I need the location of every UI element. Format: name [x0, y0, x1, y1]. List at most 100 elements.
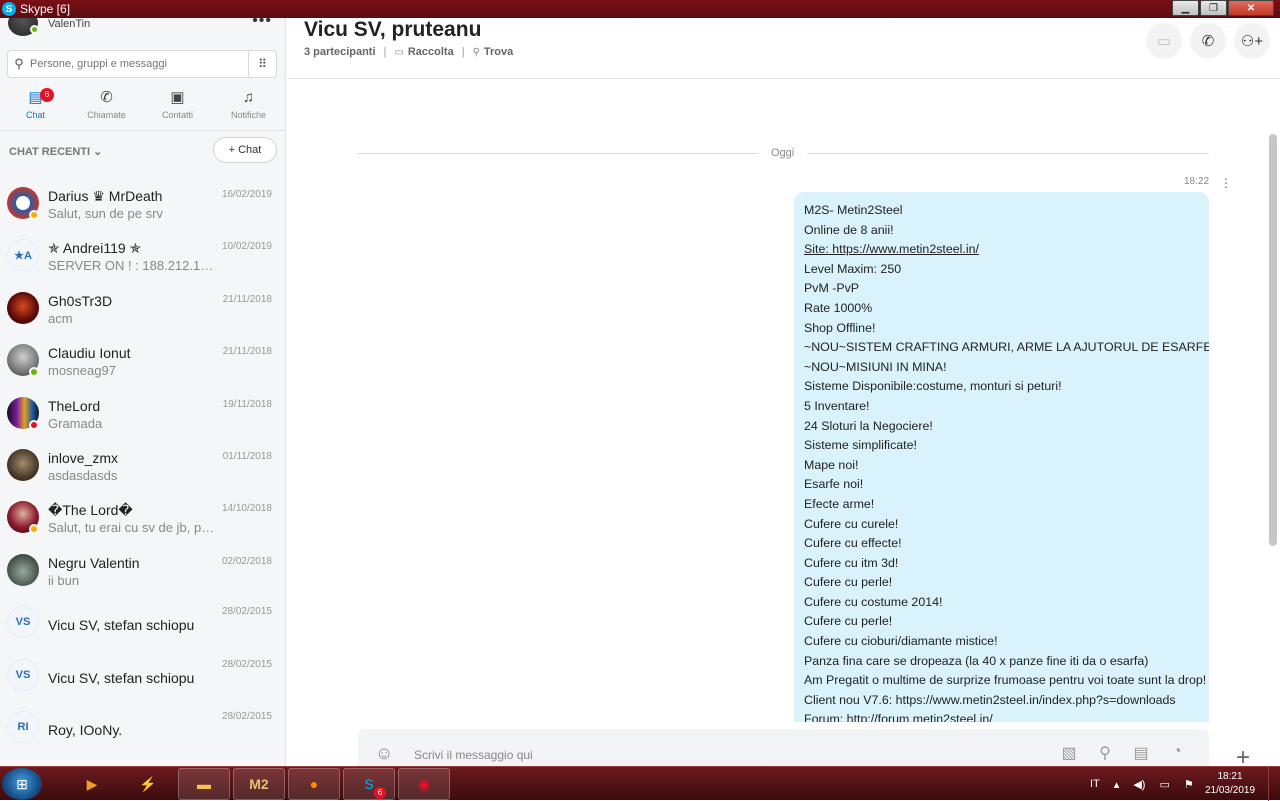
network-icon[interactable]: ▭ [1159, 778, 1169, 791]
image-icon[interactable]: ▧ [1051, 743, 1087, 763]
chat-date: 02/02/2018 [221, 555, 272, 567]
new-chat-button[interactable]: + Chat [213, 137, 277, 163]
chat-name: Vicu SV, stefan schiopu [48, 669, 195, 686]
location-icon[interactable]: ⚲ [1087, 743, 1123, 763]
chat-list-item[interactable]: Gh0sTr3D acm 21/11/2018 [0, 282, 285, 334]
message-link-line[interactable]: Client nou V7.6: https://www.metin2steel… [804, 691, 1199, 711]
add-person-icon: ⚇+ [1240, 33, 1264, 50]
dialpad-icon[interactable]: ⠿ [248, 51, 276, 77]
volume-icon[interactable]: ◀) [1133, 778, 1145, 791]
show-desktop-button[interactable] [1268, 767, 1280, 801]
taskbar: ⊞ ▶ ⚡ ▬ M2 ● S6 ◉ IT ▴ ◀) ▭ ⚑ 18:21 21/0… [0, 766, 1280, 801]
message-link-line[interactable]: Site: https://www.metin2steel.in/ [804, 240, 1199, 260]
chat-list-item[interactable]: Negru Valentin ii bun 02/02/2018 [0, 544, 285, 596]
audio-call-button[interactable]: ✆ [1190, 23, 1226, 59]
profile-name[interactable]: ValenTin [48, 18, 90, 30]
media-player-app[interactable]: ▶ [66, 768, 118, 800]
language-indicator[interactable]: IT [1090, 778, 1100, 790]
chat-date: 28/02/2015 [221, 658, 272, 670]
message-line: ~NOU~SISTEM CRAFTING ARMURI, ARME LA AJU… [804, 340, 1209, 355]
message-line: 24 Sloturi la Negociere! [804, 418, 933, 433]
chat-list-item[interactable]: inlove_zmx asdasdasds 01/11/2018 [0, 439, 285, 491]
conversation-subheader: 3 partecipanti | ▭ Raccolta | ⚲ Trova [304, 46, 513, 58]
avatar [7, 448, 39, 481]
tab-contacts-label: Contatti [161, 110, 194, 120]
sidebar: ValenTin ••• ⚲ ⠿ ▤ 6 Chat ✆ Chiamate ▣ C… [0, 18, 286, 766]
tab-chat[interactable]: ▤ 6 Chat [0, 88, 71, 124]
close-button[interactable]: ✕ [1228, 0, 1274, 16]
message-options-icon[interactable]: ⋮ [1220, 176, 1232, 190]
maximize-button[interactable]: ❐ [1200, 0, 1227, 16]
recent-chats-dropdown[interactable]: CHAT RECENTI ⌄ [9, 145, 102, 158]
tab-notifications[interactable]: ♫ Notifiche [213, 88, 284, 124]
gallery-icon: ▭ [394, 46, 404, 58]
metin2-app[interactable]: M2 [233, 768, 285, 800]
chat-list-item[interactable]: TheLord Gramada 19/11/2018 [0, 387, 285, 439]
poll-icon[interactable]: ◔ [1159, 743, 1195, 763]
start-button[interactable]: ⊞ [2, 768, 42, 800]
chat-preview: asdasdasds [48, 467, 118, 483]
flag-icon[interactable]: ⚑ [1184, 778, 1194, 791]
tab-contacts[interactable]: ▣ Contatti [142, 88, 213, 124]
contact-card-icon[interactable]: ▤ [1123, 743, 1159, 763]
winamp-app[interactable]: ⚡ [122, 768, 174, 800]
chat-date: 21/11/2018 [222, 293, 272, 305]
minimize-button[interactable]: ▁ [1172, 0, 1199, 16]
add-people-button[interactable]: ⚇+ [1234, 23, 1270, 59]
message-link-line[interactable]: Forum: http://forum.metin2steel.in/ [804, 710, 1199, 722]
conversation-pane: Vicu SV, pruteanu 3 partecipanti | ▭ Rac… [287, 18, 1280, 771]
chevron-down-icon: ⌄ [93, 146, 103, 158]
message-line: Shop Offline! [804, 320, 876, 335]
recent-chats-header: CHAT RECENTI ⌄ + Chat [0, 130, 285, 170]
avatar[interactable] [8, 18, 39, 36]
tab-chat-label: Chat [25, 110, 45, 120]
chat-date: 19/11/2018 [222, 398, 272, 410]
message-line: Cufere cu costume 2014! [804, 594, 943, 609]
chat-date: 28/02/2015 [221, 710, 272, 722]
chat-name: Claudiu Ionut [48, 345, 131, 362]
conversation-scrollbar[interactable] [1269, 134, 1277, 546]
find-link[interactable]: Trova [484, 46, 513, 58]
chat-list-item[interactable]: �The Lord� Salut, tu erai cu sv de jb, p… [0, 491, 285, 543]
record-icon: ◉ [417, 775, 431, 792]
clock[interactable]: 18:21 21/03/2019 [1200, 770, 1260, 798]
separator: | [383, 46, 387, 58]
chevron-up-icon[interactable]: ▴ [1114, 778, 1120, 791]
windows-logo-icon: ⊞ [16, 775, 28, 792]
chat-list-item[interactable]: VS Vicu SV, stefan schiopu 28/02/2015 [0, 596, 285, 648]
chat-name: Gh0sTr3D [48, 292, 113, 309]
message-line: Esarfe noi! [804, 477, 864, 492]
avatar: VS [7, 658, 39, 691]
phone-icon: ✆ [1201, 33, 1215, 50]
skype-icon: S [364, 776, 374, 792]
window-title-bar: S Skype [6] ▁ ❐ ✕ [0, 0, 1280, 18]
file-explorer-app[interactable]: ▬ [178, 768, 230, 800]
gallery-link[interactable]: Raccolta [408, 46, 454, 58]
conversation-title[interactable]: Vicu SV, pruteanu [304, 18, 481, 42]
profile-header: ValenTin ••• [6, 18, 276, 42]
emoji-icon[interactable]: ☺ [375, 743, 393, 764]
compose-box: ☺ Scrivi il messaggio qui ▧ ⚲ ▤ ◔ [358, 729, 1209, 766]
message-bubble[interactable]: M2S- Metin2Steel Online de 8 anii! Site:… [794, 192, 1209, 722]
online-status-dot [30, 25, 39, 34]
recent-chats-title: CHAT RECENTI [9, 146, 91, 158]
firefox-app[interactable]: ● [288, 768, 340, 800]
recorder-app[interactable]: ◉ [398, 768, 450, 800]
chat-icon: ▤ [28, 89, 43, 106]
chat-list-item[interactable]: Darius ♛ MrDeath Salut, sun de pe srv 16… [0, 177, 285, 229]
message-input[interactable]: Scrivi il messaggio qui [414, 748, 533, 762]
more-options-icon[interactable]: ••• [252, 18, 272, 30]
search-input[interactable] [30, 58, 248, 70]
chat-name: Negru Valentin [48, 554, 140, 571]
chat-list-item[interactable]: VS Vicu SV, stefan schiopu 28/02/2015 [0, 649, 285, 701]
video-call-button[interactable]: ▭ [1146, 23, 1182, 59]
tab-calls-label: Chiamate [87, 110, 126, 120]
separator: | [461, 46, 465, 58]
chat-list-item[interactable]: Claudiu Ionut mosneag97 21/11/2018 [0, 334, 285, 386]
avatar [7, 553, 39, 586]
skype-app[interactable]: S6 [343, 768, 395, 800]
participants-link[interactable]: 3 partecipanti [304, 46, 376, 58]
tab-calls[interactable]: ✆ Chiamate [71, 88, 142, 124]
chat-list-item[interactable]: ★A ✯ Andrei119 ✯ SERVER ON ! : 188.212.1… [0, 229, 285, 281]
chat-list-item[interactable]: RI Roy, IOoNy. 28/02/2015 [0, 701, 285, 753]
